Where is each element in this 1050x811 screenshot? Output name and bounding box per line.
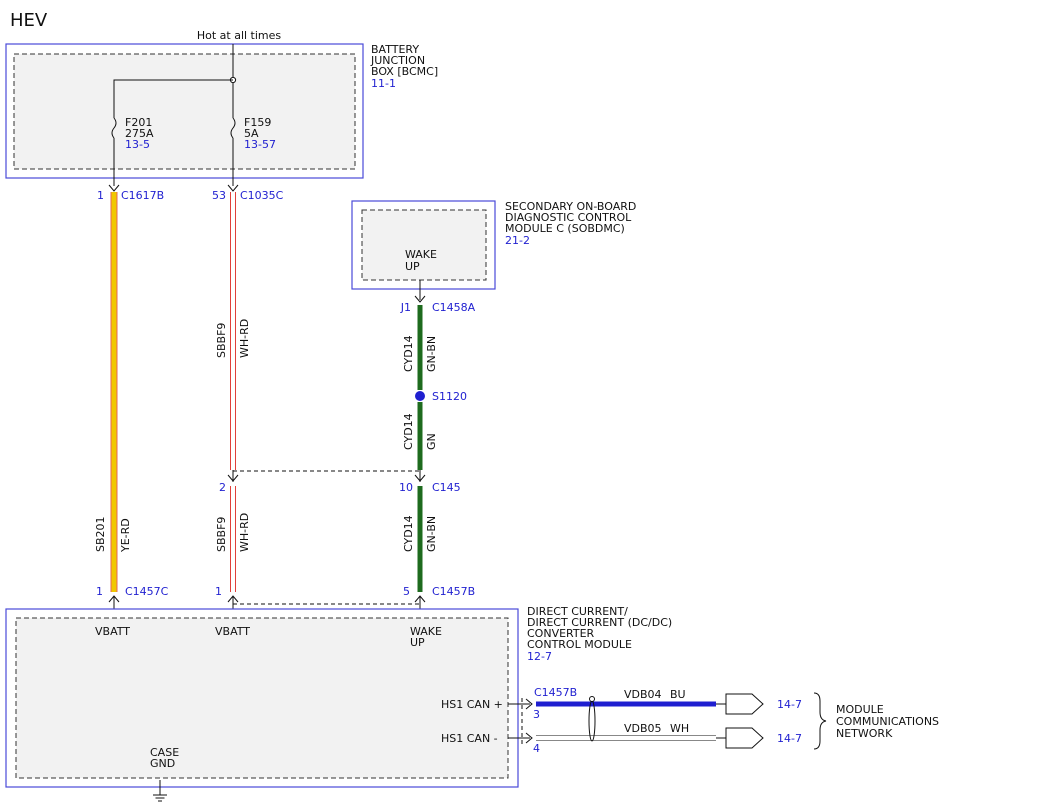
wire-vdb05-color: WH	[670, 722, 689, 735]
connector-c1457c-name[interactable]: C1457C	[125, 585, 169, 598]
connector-c1035c-name[interactable]: C1035C	[240, 189, 284, 202]
battery-junction-box[interactable]	[5, 43, 364, 179]
hot-label: Hot at all times	[197, 29, 282, 42]
wire-vdb04-circuit: VDB04	[624, 688, 662, 701]
wire-sbbf9-upper[interactable]	[230, 192, 236, 470]
bjb-ref-link[interactable]: 11-1	[371, 77, 396, 90]
dcdc-vbatt-1: VBATT	[95, 625, 130, 638]
dcdc-can-high: HS1 CAN +	[441, 698, 503, 711]
offpage-connector-can-high[interactable]	[725, 693, 764, 715]
connector-c1458a-pin: J1	[400, 301, 411, 314]
wire-sbbf9-lower-color: WH-RD	[238, 513, 251, 552]
wire-sb201[interactable]	[110, 192, 118, 592]
wire-vdb05-circuit: VDB05	[624, 722, 662, 735]
connector-c1617b-name[interactable]: C1617B	[121, 189, 164, 202]
connector-c1457b-can-pin-high: 3	[533, 708, 540, 721]
connector-c145-name[interactable]: C145	[432, 481, 461, 494]
connector-c1458a-name[interactable]: C1458A	[432, 301, 476, 314]
wire-cyd14-c-circuit: CYD14	[402, 515, 415, 552]
network-ref-high[interactable]: 14-7	[777, 698, 802, 711]
wire-cyd14-b-color: GN	[425, 433, 438, 450]
connector-c1035c-pin: 53	[212, 189, 226, 202]
wire-sb201-color: YE-RD	[119, 518, 132, 553]
dcdc-wake-line-2: UP	[410, 636, 425, 649]
fuse-f201-ref[interactable]: 13-5	[125, 138, 150, 151]
dcdc-ref-link[interactable]: 12-7	[527, 650, 552, 663]
connector-c145-right-pin: 10	[399, 481, 413, 494]
wire-sbbf9-lower-circuit: SBBF9	[215, 517, 228, 552]
wire-sbbf9-lower[interactable]	[230, 486, 236, 592]
wire-sbbf9-upper-color: WH-RD	[238, 319, 251, 358]
dcdc-case-gnd-line-2: GND	[150, 757, 175, 770]
wire-cyd14-a-color: GN-BN	[425, 336, 438, 372]
wire-vdb05[interactable]	[536, 735, 716, 741]
connector-c1457b-name[interactable]: C1457B	[432, 585, 475, 598]
wire-sbbf9-upper-circuit: SBBF9	[215, 323, 228, 358]
wiring-diagram: HEV Hot at all times BATTERY JUNCTION BO…	[5, 10, 939, 802]
sobdmc-ref-link[interactable]: 21-2	[505, 234, 530, 247]
connector-c1457b-can-pin-low: 4	[533, 742, 540, 755]
fuse-f159-ref[interactable]: 13-57	[244, 138, 276, 151]
connector-c1457b-left-pin: 1	[215, 585, 222, 598]
dcdc-vbatt-2: VBATT	[215, 625, 250, 638]
splice-s1120[interactable]	[415, 391, 425, 401]
connector-c1617b-pin: 1	[97, 189, 104, 202]
connector-c145-left-pin: 2	[219, 481, 226, 494]
brace-icon	[813, 692, 827, 750]
splice-s1120-label: S1120	[432, 390, 467, 403]
connector-c1457b-right-pin: 5	[403, 585, 410, 598]
network-ref-low[interactable]: 14-7	[777, 732, 802, 745]
wire-cyd14-c-color: GN-BN	[425, 516, 438, 552]
sobdmc-wake-line-2: UP	[405, 260, 420, 273]
wire-vdb04-color: BU	[670, 688, 686, 701]
wire-sb201-circuit: SB201	[94, 516, 107, 552]
wire-cyd14-a-circuit: CYD14	[402, 335, 415, 372]
network-name-line-3: NETWORK	[836, 727, 893, 740]
sobdmc-module[interactable]	[351, 200, 496, 290]
dcdc-can-low: HS1 CAN -	[441, 732, 498, 745]
wire-cyd14-b-circuit: CYD14	[402, 413, 415, 450]
diagram-title: HEV	[10, 10, 48, 31]
offpage-connector-can-low[interactable]	[725, 727, 764, 749]
connector-c1457b-can-name[interactable]: C1457B	[534, 686, 577, 699]
connector-c1457c-pin: 1	[96, 585, 103, 598]
